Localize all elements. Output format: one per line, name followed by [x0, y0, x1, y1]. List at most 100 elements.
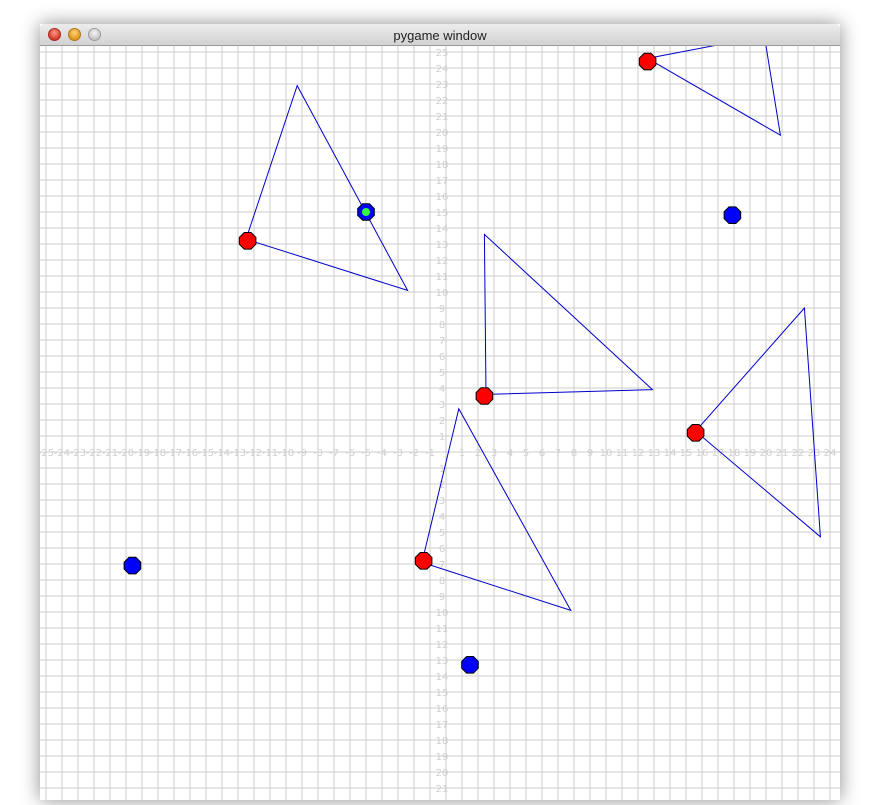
x-tick-label: 22	[792, 448, 805, 459]
x-tick-label: -1	[425, 448, 435, 459]
y-tick-label: 5	[439, 528, 445, 539]
x-tick-label: 15	[680, 448, 693, 459]
y-tick-label: 1	[439, 432, 445, 443]
y-tick-label: 22	[436, 96, 449, 107]
y-tick-label: 17	[436, 720, 449, 731]
triangle-path	[694, 306, 821, 538]
x-tick-label: 20	[760, 448, 773, 459]
x-tick-label: -6	[345, 448, 355, 459]
y-tick-label: 5	[439, 368, 445, 379]
y-tick-label: 18	[436, 736, 449, 747]
x-tick-label: -4	[377, 448, 387, 459]
y-tick-label: 21	[436, 784, 449, 795]
y-tick-label: 3	[439, 400, 445, 411]
y-tick-label: 10	[436, 288, 449, 299]
y-tick-label: 11	[436, 272, 449, 283]
y-tick-label: 23	[436, 80, 449, 91]
y-tick-label: 17	[436, 176, 449, 187]
y-tick-label: 4	[439, 384, 445, 395]
x-tick-label: 10	[600, 448, 613, 459]
y-tick-label: 13	[436, 656, 449, 667]
x-tick-label: 4	[507, 448, 513, 459]
y-tick-label: 12	[436, 640, 449, 651]
y-tick-label: 9	[439, 592, 445, 603]
y-tick-label: 19	[436, 144, 449, 155]
game-canvas[interactable]: -25-24-23-22-21-20-19-18-17-16-15-14-13-…	[38, 35, 840, 800]
x-tick-label: 5	[523, 448, 529, 459]
y-tick-label: 3	[439, 496, 445, 507]
y-tick-label: 18	[436, 160, 449, 171]
x-tick-label: -2	[409, 448, 419, 459]
y-tick-label: 4	[439, 512, 445, 523]
x-tick-label: 21	[776, 448, 789, 459]
y-tick-label: 15	[436, 688, 449, 699]
y-tick-label: 10	[436, 608, 449, 619]
y-tick-label: 6	[439, 544, 445, 555]
x-tick-label: 13	[648, 448, 661, 459]
y-tick-label: 13	[436, 240, 449, 251]
x-tick-label: -25	[40, 448, 54, 459]
x-tick-label: -15	[198, 448, 214, 459]
y-tick-label: 16	[436, 704, 449, 715]
red-robot-marker	[238, 232, 257, 250]
y-tick-label: 2	[439, 416, 445, 427]
x-tick-label: 1	[459, 448, 465, 459]
blue-robot-marker	[123, 556, 142, 575]
x-tick-label: -24	[54, 448, 70, 459]
red-robot-marker	[414, 552, 433, 570]
y-tick-label: 20	[436, 128, 449, 139]
x-tick-label: -23	[70, 448, 86, 459]
x-tick-label: -12	[246, 448, 262, 459]
y-tick-label: 8	[439, 576, 445, 587]
window-title: pygame window	[393, 28, 487, 43]
triangle-path	[646, 35, 782, 137]
x-tick-label: 7	[555, 448, 561, 459]
y-tick-label: 25	[436, 48, 449, 59]
x-tick-label: -11	[262, 448, 278, 459]
x-tick-label: -10	[278, 448, 294, 459]
y-tick-label: 8	[439, 320, 445, 331]
x-tick-label: 3	[491, 448, 497, 459]
y-tick-label: 24	[436, 64, 449, 75]
x-tick-label: -20	[118, 448, 134, 459]
x-tick-label: 14	[664, 448, 677, 459]
x-tick-label: 9	[587, 448, 593, 459]
x-tick-label: -5	[361, 448, 371, 459]
x-tick-label: -9	[297, 448, 307, 459]
pygame-window: pygame window -25-24-23-22-21-20-19-18-1…	[38, 24, 840, 800]
window-titlebar[interactable]: pygame window	[40, 24, 840, 46]
x-tick-label: -22	[86, 448, 102, 459]
x-tick-label: -18	[150, 448, 166, 459]
red-robot-marker	[686, 424, 705, 442]
blue-robot-marker	[723, 206, 742, 224]
target-dot	[362, 208, 370, 216]
x-tick-label: 24	[824, 448, 837, 459]
y-tick-label: 20	[436, 768, 449, 779]
x-tick-label: 12	[632, 448, 645, 459]
x-tick-label: -8	[313, 448, 323, 459]
x-tick-label: -19	[134, 448, 150, 459]
x-tick-label: -17	[166, 448, 182, 459]
y-tick-label: 11	[436, 624, 449, 635]
x-tick-label: 18	[728, 448, 741, 459]
x-tick-label: -13	[230, 448, 246, 459]
x-tick-label: -16	[182, 448, 198, 459]
y-tick-label: 14	[436, 224, 449, 235]
y-tick-label: 16	[436, 192, 449, 203]
x-tick-label: -14	[214, 448, 230, 459]
y-tick-label: 19	[436, 752, 449, 763]
y-tick-label: 15	[436, 208, 449, 219]
y-tick-label: 6	[439, 352, 445, 363]
y-tick-label: 12	[436, 256, 449, 267]
x-tick-label: 8	[571, 448, 577, 459]
x-tick-label: -7	[329, 448, 339, 459]
x-tick-label: 16	[696, 448, 709, 459]
grid-plot[interactable]: -25-24-23-22-21-20-19-18-17-16-15-14-13-…	[38, 35, 840, 800]
blue-robot-marker	[461, 656, 479, 674]
red-robot-marker	[638, 52, 657, 71]
y-tick-label: 14	[436, 672, 449, 683]
x-tick-label: -3	[393, 448, 403, 459]
x-tick-label: 11	[616, 448, 629, 459]
x-tick-label: -21	[102, 448, 118, 459]
y-tick-label: 21	[436, 112, 449, 123]
